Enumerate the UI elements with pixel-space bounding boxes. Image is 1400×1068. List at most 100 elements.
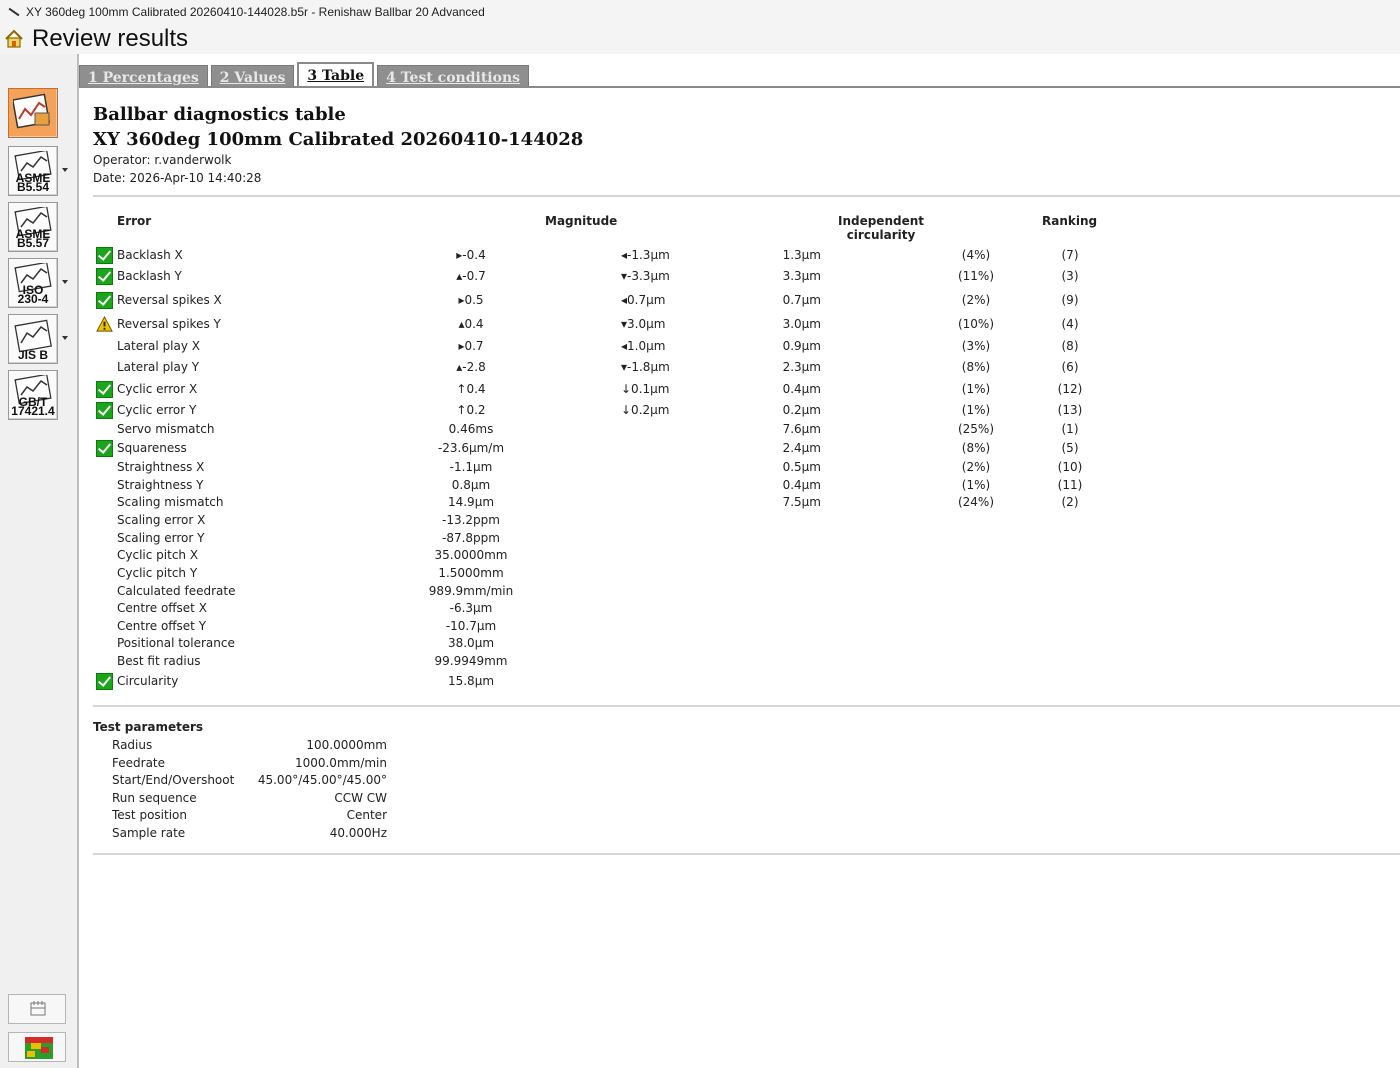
home-icon[interactable]	[4, 29, 24, 49]
magnitude-value: 14.9µm	[447, 495, 495, 509]
magnitude-value: 35.0000mm	[434, 548, 508, 562]
magnitude-secondary: ◂-1.3µm	[621, 248, 670, 262]
parameter-value: 40.000Hz	[329, 826, 387, 840]
tool-label: B5.54	[16, 180, 50, 194]
heatmap-button[interactable]	[8, 1032, 66, 1062]
table-row: Circularity 15.8µm	[81, 673, 1400, 692]
report-subtitle: XY 360deg 100mm Calibrated 20260410-1440…	[93, 129, 584, 150]
magnitude-secondary: ▾-3.3µm	[621, 269, 670, 283]
left-toolbar: ASME B5.54 ASME B5.57 ISO 230-4 JIS B GB…	[0, 54, 79, 1068]
asme-b554-button[interactable]: ASME B5.54	[8, 146, 58, 196]
date-label: Date: 2026-Apr-10 14:40:28	[93, 171, 262, 185]
error-name: Reversal spikes X	[117, 293, 222, 307]
circularity-value: 7.6µm	[782, 422, 821, 436]
ranking-value: (2)	[1061, 495, 1079, 509]
table-row: Straightness X -1.1µm 0.5µm (2%) (10)	[81, 460, 1400, 478]
ranking-value: (5)	[1061, 441, 1079, 455]
circularity-value: 2.4µm	[782, 441, 821, 455]
parameter-value: 1000.0mm/min	[294, 755, 387, 770]
gbt-174214-button[interactable]: GB/T 17421.4	[8, 370, 58, 420]
circularity-percent: (25%)	[957, 422, 995, 436]
error-name: Backlash X	[117, 248, 183, 262]
table-row: Lateral play X ▸0.7 ◂1.0µm 0.9µm (3%) (8)	[81, 339, 1400, 357]
circularity-percent: (24%)	[957, 495, 995, 509]
circularity-percent: (8%)	[961, 360, 991, 374]
error-name: Cyclic error Y	[117, 403, 197, 417]
table-row: Straightness Y 0.8µm 0.4µm (1%) (11)	[81, 478, 1400, 496]
magnitude-secondary: ◂0.7µm	[621, 293, 666, 307]
table-row: Cyclic pitch X 35.0000mm	[81, 548, 1400, 566]
report-title: Ballbar diagnostics table	[93, 104, 346, 125]
error-name: Cyclic pitch Y	[117, 566, 198, 580]
jis-b-button[interactable]: JIS B	[8, 314, 58, 364]
tool-label: B5.57	[16, 236, 50, 250]
calendar-button[interactable]	[8, 994, 66, 1024]
parameter-row: Sample rate 40.000Hz	[81, 826, 481, 844]
table-row: Calculated feedrate 989.9mm/min	[81, 584, 1400, 602]
divider	[93, 195, 1400, 197]
calendar-icon	[30, 1001, 46, 1016]
parameter-value: CCW CW	[334, 790, 387, 805]
error-name: Reversal spikes Y	[117, 317, 221, 331]
check-icon	[96, 673, 113, 690]
table-row: Lateral play Y ▴-2.8 ▾-1.8µm 2.3µm (8%) (6)	[81, 360, 1400, 378]
circularity-value: 1.3µm	[782, 248, 821, 262]
magnitude-value: -87.8ppm	[442, 531, 500, 545]
ballbar-analysis-button[interactable]	[8, 88, 58, 138]
table-row: Cyclic error Y ↑0.2 ↓0.2µm 0.2µm (1%) (13)	[81, 402, 1400, 421]
error-name: Best fit radius	[117, 654, 201, 668]
tool-label: 17421.4	[11, 404, 55, 418]
chevron-down-icon[interactable]	[62, 280, 68, 284]
magnitude-value: 0.8µm	[451, 478, 491, 492]
table-row: Backlash X ▸-0.4 ◂-1.3µm 1.3µm (4%) (7)	[81, 247, 1400, 266]
magnitude-value: ▸-0.4	[456, 248, 486, 262]
table-row: Positional tolerance 38.0µm	[81, 636, 1400, 654]
parameter-label: Start/End/Overshoot	[112, 773, 235, 788]
asme-b557-button[interactable]: ASME B5.57	[8, 202, 58, 252]
circularity-percent: (1%)	[961, 382, 991, 396]
parameter-label: Run sequence	[112, 790, 197, 805]
circularity-value: 0.7µm	[782, 293, 821, 307]
check-icon	[96, 292, 113, 309]
tab-percentages[interactable]: 1 Percentages	[79, 65, 208, 87]
magnitude-value: 99.9949mm	[434, 654, 508, 668]
error-name: Lateral play X	[117, 339, 201, 353]
tab-values[interactable]: 2 Values	[210, 65, 295, 87]
table-row: Centre offset Y -10.7µm	[81, 619, 1400, 637]
check-icon	[96, 440, 113, 457]
table-row: Scaling mismatch 14.9µm 7.5µm (24%) (2)	[81, 495, 1400, 513]
ranking-value: (7)	[1061, 248, 1079, 262]
table-row: Servo mismatch 0.46ms 7.6µm (25%) (1)	[81, 422, 1400, 440]
circularity-percent: (3%)	[961, 339, 991, 353]
parameter-value: Center	[346, 808, 387, 823]
tab-test-conditions[interactable]: 4 Test conditions	[377, 65, 530, 87]
table-row: Cyclic error X ↑0.4 ↓0.1µm 0.4µm (1%) (12)	[81, 381, 1400, 400]
parameter-label: Radius	[112, 738, 153, 752]
table-row: Scaling error Y -87.8ppm	[81, 531, 1400, 549]
circularity-value: 0.2µm	[782, 403, 821, 417]
error-name: Scaling mismatch	[117, 495, 224, 509]
error-name: Scaling error X	[117, 513, 206, 527]
ranking-value: (10)	[1057, 460, 1083, 474]
check-icon	[96, 247, 113, 264]
iso-2304-button[interactable]: ISO 230-4	[8, 258, 58, 308]
chevron-down-icon[interactable]	[62, 336, 68, 340]
check-icon	[96, 381, 113, 398]
header-ranking: Ranking	[1042, 214, 1098, 228]
tab-table[interactable]: 3 Table	[297, 62, 375, 87]
error-name: Centre offset X	[117, 601, 207, 615]
circularity-percent: (2%)	[961, 293, 991, 307]
header-circularity: circularity	[846, 228, 916, 242]
parameter-row: Run sequence CCW CW	[81, 791, 481, 809]
parameter-label: Test position	[112, 808, 187, 823]
error-name: Circularity	[117, 674, 179, 688]
parameter-row: Feedrate 1000.0mm/min	[81, 756, 481, 774]
parameter-row: Radius 100.0000mm	[81, 738, 481, 756]
error-name: Straightness X	[117, 460, 205, 474]
error-name: Scaling error Y	[117, 531, 205, 545]
table-row: Scaling error X -13.2ppm	[81, 513, 1400, 531]
chevron-down-icon[interactable]	[62, 168, 68, 172]
table-row: Squareness -23.6µm/m 2.4µm (8%) (5)	[81, 440, 1400, 459]
circularity-percent: (1%)	[961, 403, 991, 417]
circularity-percent: (11%)	[957, 269, 995, 283]
